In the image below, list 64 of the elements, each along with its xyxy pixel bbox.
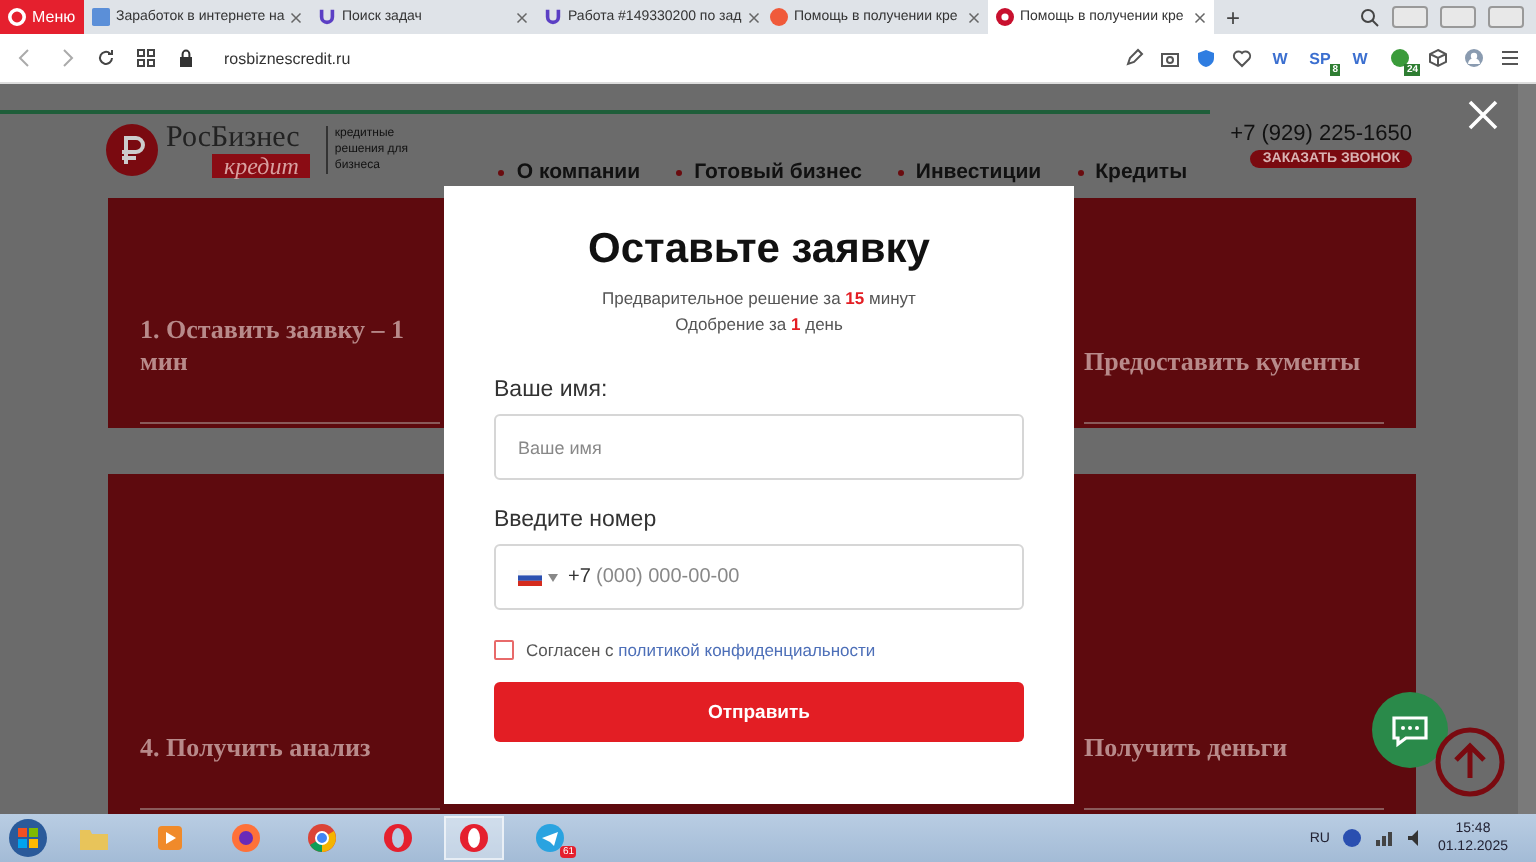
step-title: 4. Получить анализ (140, 732, 440, 810)
start-button[interactable] (8, 818, 48, 858)
scrollbar[interactable] (1518, 84, 1536, 814)
step-title: 1. Оставить заявку – 1 мин (140, 314, 440, 424)
field-label: Введите номер (494, 508, 659, 532)
nav-link[interactable]: О компании (516, 160, 641, 185)
dialog-subtitle: Одобрение за 1 день (673, 312, 845, 338)
firefox-icon[interactable] (230, 822, 262, 854)
dialog-title: Оставьте заявку (586, 226, 932, 274)
settings-icon[interactable] (1500, 48, 1520, 68)
browser-menu-button[interactable]: Меню (0, 0, 84, 34)
cube-icon[interactable] (1428, 48, 1448, 68)
camera-icon[interactable] (1160, 48, 1180, 68)
search-icon[interactable] (1360, 7, 1380, 27)
opera-icon[interactable] (382, 822, 414, 854)
submit-button[interactable]: Отправить (494, 682, 1024, 742)
minimize-button[interactable] (1392, 6, 1428, 28)
field-label: Ваше имя: (494, 378, 610, 402)
profile-icon[interactable] (1464, 48, 1484, 68)
reload-icon[interactable] (96, 48, 116, 68)
phone-number[interactable]: +7 (929) 225-1650 (1230, 122, 1412, 147)
ring-logo-icon (8, 8, 26, 26)
flag-icon[interactable] (518, 569, 542, 585)
media-player-icon[interactable] (154, 822, 186, 854)
consent-checkbox[interactable] (494, 640, 514, 660)
new-tab-button[interactable]: + (1214, 0, 1253, 34)
close-icon[interactable] (1194, 11, 1206, 23)
edit-icon[interactable] (1124, 48, 1144, 68)
circle-logo-icon (996, 8, 1014, 26)
close-icon[interactable] (290, 11, 303, 23)
help-icon[interactable] (1341, 828, 1362, 848)
dialog-subtitle: Предварительное решение за 15 минут (600, 286, 918, 312)
name-input-field[interactable]: Ваше имя (494, 414, 1024, 480)
close-icon[interactable] (516, 11, 528, 23)
network-icon[interactable] (1373, 828, 1394, 848)
chat-icon[interactable] (1372, 692, 1448, 768)
shield-icon[interactable] (1196, 48, 1216, 68)
lock-icon (176, 48, 196, 68)
logo-title: РосБизнес (166, 122, 300, 155)
u-logo-icon (544, 8, 562, 26)
caret-icon[interactable] (548, 573, 558, 581)
close-icon[interactable] (747, 11, 760, 23)
country-code: +7 (568, 566, 591, 588)
address-field[interactable]: rosbiznescredit.ru (224, 49, 351, 67)
u-logo-icon (318, 8, 336, 26)
heart-icon[interactable] (1232, 48, 1252, 68)
maximize-button[interactable] (1440, 6, 1476, 28)
step-title: Предоставить кументы (1084, 346, 1384, 424)
nav-link[interactable]: Готовый бизнес (694, 160, 862, 185)
logo-subtitle: кредит (212, 154, 311, 179)
consent-text: Согласен с политикой конфиденциальности (526, 640, 876, 660)
privacy-policy-link[interactable]: политикой конфиденциальности (618, 640, 876, 660)
paper-plane-icon[interactable] (534, 822, 566, 854)
chrome-icon[interactable] (306, 822, 338, 854)
nav-link[interactable]: Инвестиции (915, 160, 1042, 185)
nav-link[interactable]: Кредиты (1095, 160, 1188, 185)
extension-button[interactable]: W (1268, 46, 1292, 70)
extension-button[interactable]: W (1348, 46, 1372, 70)
circle-logo-icon (770, 8, 788, 26)
logo-mark-icon (106, 124, 158, 177)
opera-icon[interactable] (458, 822, 490, 854)
window-close-button[interactable] (1488, 6, 1524, 28)
grid-icon[interactable] (136, 48, 156, 68)
close-icon[interactable] (968, 11, 980, 23)
